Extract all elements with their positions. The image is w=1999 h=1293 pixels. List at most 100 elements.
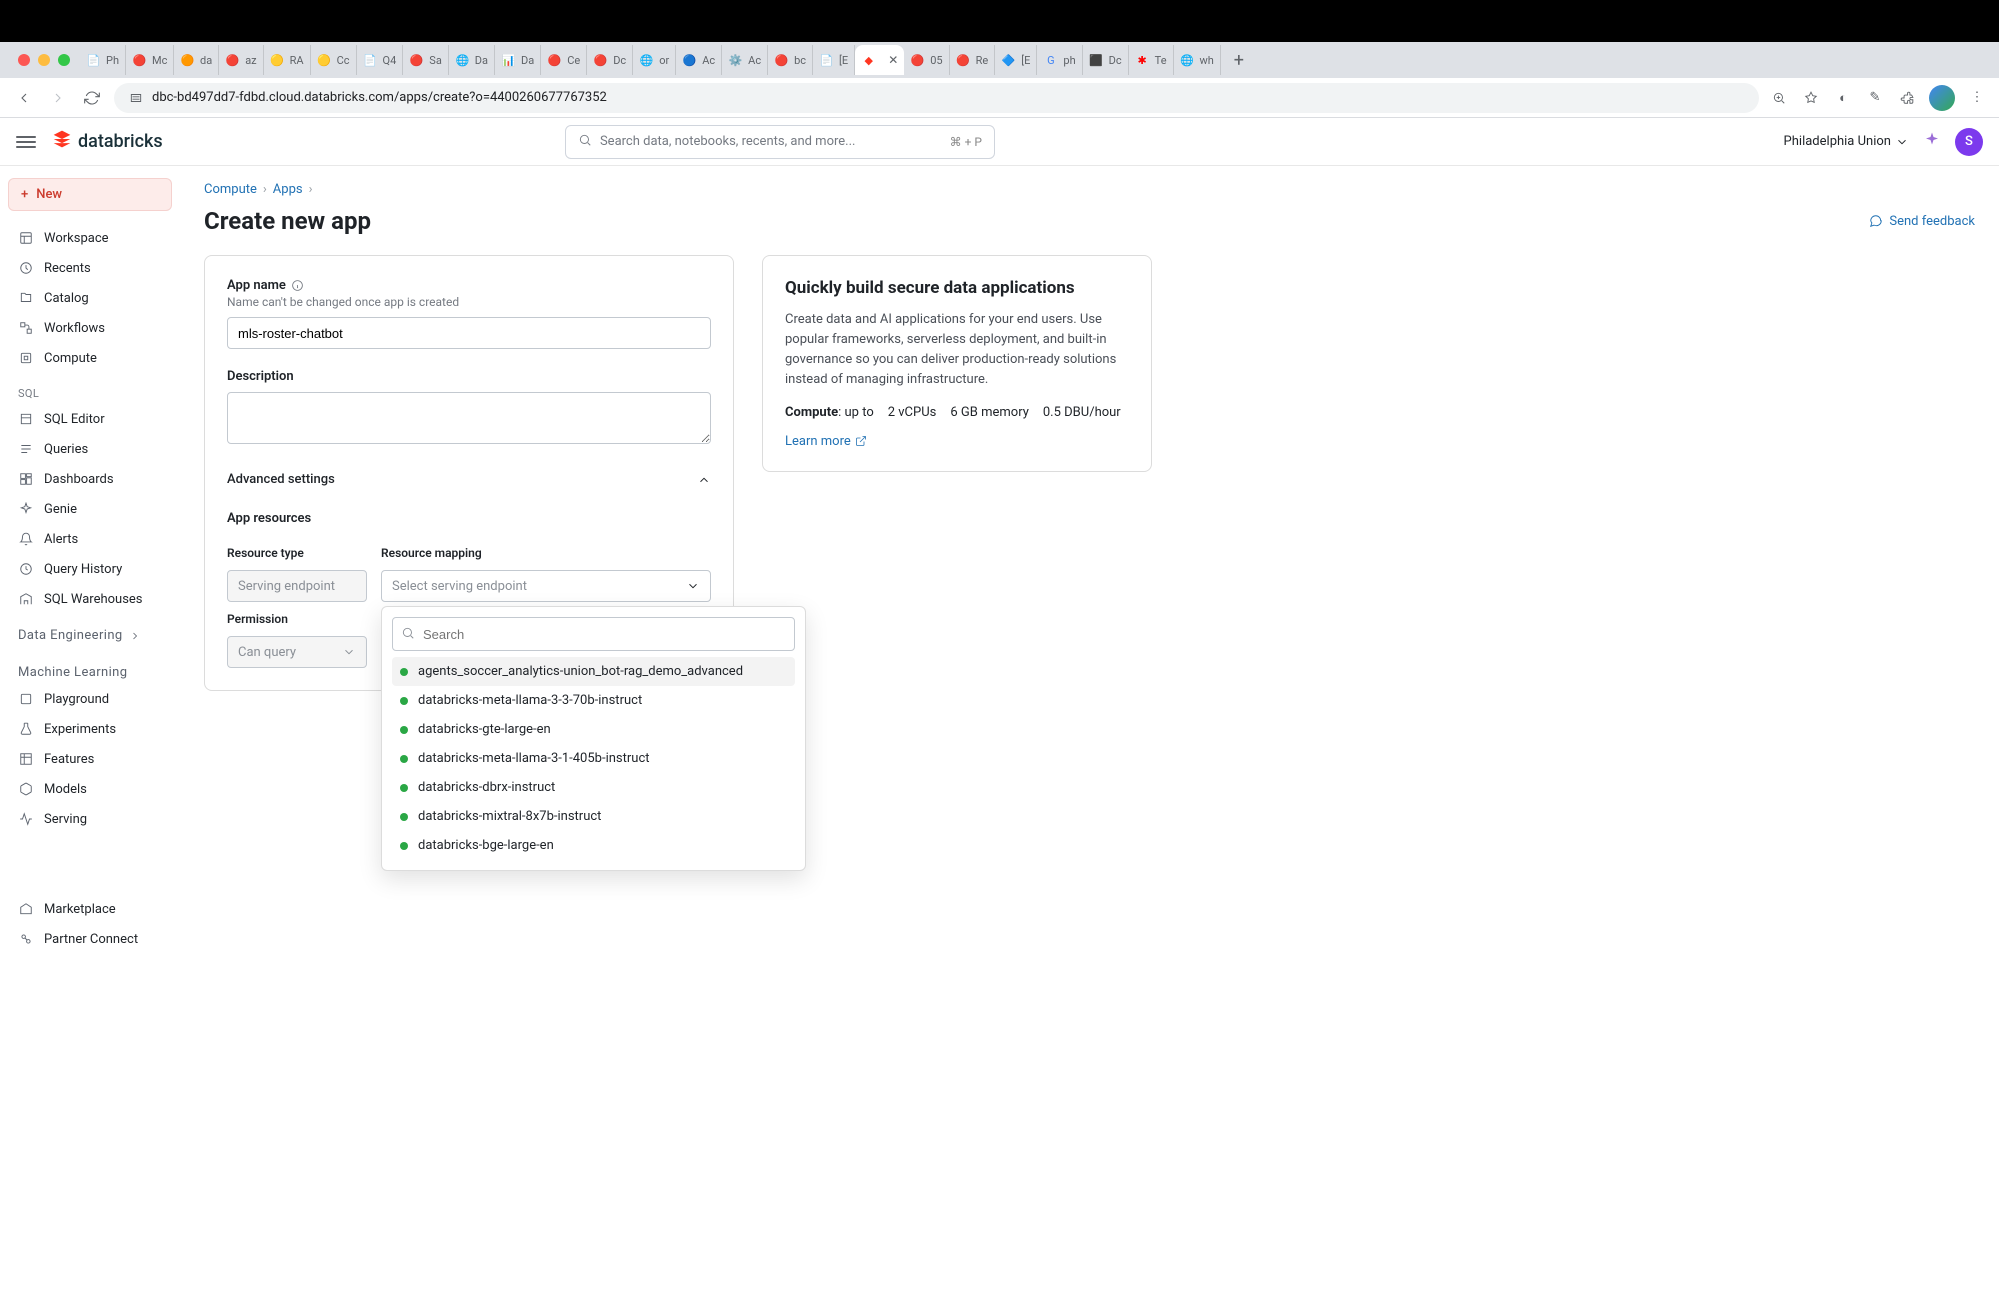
profile-avatar[interactable] bbox=[1929, 85, 1955, 111]
sidebar-item-alerts[interactable]: Alerts bbox=[8, 524, 172, 554]
send-feedback-link[interactable]: Send feedback bbox=[1869, 214, 1975, 229]
browser-tab[interactable]: ⬛Dc bbox=[1083, 45, 1129, 75]
features-icon bbox=[18, 751, 34, 767]
sidebar-item-features[interactable]: Features bbox=[8, 744, 172, 774]
browser-tab[interactable]: 🔴az bbox=[219, 45, 263, 75]
browser-tab[interactable]: 🟡RA bbox=[264, 45, 311, 75]
sidebar-item-compute[interactable]: Compute bbox=[8, 343, 172, 373]
sidebar-item-marketplace[interactable]: Marketplace bbox=[8, 894, 172, 924]
resource-mapping-select[interactable]: Select serving endpoint bbox=[381, 570, 711, 602]
dashboards-icon bbox=[18, 471, 34, 487]
assistant-icon[interactable] bbox=[1923, 131, 1941, 153]
compute-specs: Compute: up to 2 vCPUs 6 GB memory 0.5 D… bbox=[785, 405, 1129, 420]
chrome-menu-icon[interactable]: ⋮ bbox=[1967, 88, 1987, 108]
user-avatar[interactable]: S bbox=[1955, 128, 1983, 156]
dropdown-search-input[interactable] bbox=[392, 617, 795, 651]
advanced-settings-toggle[interactable]: Advanced settings bbox=[227, 468, 711, 491]
extensions-icon[interactable] bbox=[1897, 88, 1917, 108]
close-window-button[interactable] bbox=[18, 54, 30, 66]
sidebar-item-dashboards[interactable]: Dashboards bbox=[8, 464, 172, 494]
new-button[interactable]: + New bbox=[8, 178, 172, 211]
sidebar-section-data-engineering[interactable]: Data Engineering bbox=[8, 614, 172, 647]
sidebar-item-workflows[interactable]: Workflows bbox=[8, 313, 172, 343]
info-icon[interactable] bbox=[291, 279, 304, 292]
app-name-input[interactable] bbox=[227, 317, 711, 349]
resource-type-select[interactable]: Serving endpoint bbox=[227, 570, 367, 602]
dropdown-option[interactable]: databricks-meta-llama-3-3-70b-instruct bbox=[392, 686, 795, 715]
search-placeholder: Search data, notebooks, recents, and mor… bbox=[600, 134, 856, 149]
dropdown-option[interactable]: agents_soccer_analytics-union_bot-rag_de… bbox=[392, 657, 795, 686]
url-text: dbc-bd497dd7-fdbd.cloud.databricks.com/a… bbox=[152, 90, 607, 105]
forward-button[interactable] bbox=[46, 86, 70, 110]
sidebar-item-partner-connect[interactable]: Partner Connect bbox=[8, 924, 172, 954]
sidebar-section-ml[interactable]: Machine Learning bbox=[8, 647, 172, 684]
dropdown-option[interactable]: databricks-mixtral-8x7b-instruct bbox=[392, 802, 795, 831]
browser-tab[interactable]: Gph bbox=[1037, 45, 1082, 75]
new-tab-button[interactable]: + bbox=[1227, 48, 1251, 72]
browser-tab[interactable]: 📄Q4 bbox=[357, 45, 404, 75]
browser-tab[interactable]: 📄Ph bbox=[80, 45, 126, 75]
browser-tab[interactable]: 🟡Cc bbox=[311, 45, 357, 75]
sidebar-item-catalog[interactable]: Catalog bbox=[8, 283, 172, 313]
site-settings-icon[interactable] bbox=[128, 90, 144, 106]
dropdown-option[interactable]: databricks-gte-large-en bbox=[392, 715, 795, 744]
breadcrumb-item[interactable]: Apps bbox=[273, 182, 303, 197]
sidebar-item-workspace[interactable]: Workspace bbox=[8, 223, 172, 253]
dropdown-option[interactable]: databricks-dbrx-instruct bbox=[392, 773, 795, 802]
browser-tab[interactable]: 🔴Dc bbox=[587, 45, 633, 75]
close-tab-icon[interactable]: ✕ bbox=[888, 53, 898, 67]
reload-button[interactable] bbox=[80, 86, 104, 110]
browser-tab-active[interactable]: ◆✕ bbox=[855, 45, 904, 75]
dropdown-option[interactable]: databricks-meta-llama-3-1-405b-instruct bbox=[392, 744, 795, 773]
bookmark-icon[interactable] bbox=[1801, 88, 1821, 108]
zoom-icon[interactable] bbox=[1769, 88, 1789, 108]
sidebar-item-sql-editor[interactable]: SQL Editor bbox=[8, 404, 172, 434]
browser-tab[interactable]: 🌐or bbox=[633, 45, 676, 75]
browser-tab[interactable]: ⚙️Ac bbox=[722, 45, 768, 75]
browser-tab[interactable]: 🔵Ac bbox=[676, 45, 722, 75]
sidebar-item-genie[interactable]: Genie bbox=[8, 494, 172, 524]
sidebar-item-experiments[interactable]: Experiments bbox=[8, 714, 172, 744]
app-header: databricks Search data, notebooks, recen… bbox=[0, 118, 1999, 166]
chat-icon bbox=[1869, 214, 1883, 228]
browser-tab[interactable]: ✱Te bbox=[1129, 45, 1174, 75]
permission-select[interactable]: Can query bbox=[227, 636, 367, 668]
browser-tab[interactable]: 🔴Re bbox=[950, 45, 996, 75]
sidebar-item-serving[interactable]: Serving bbox=[8, 804, 172, 834]
description-input[interactable] bbox=[227, 392, 711, 444]
browser-tab[interactable]: 📊Da bbox=[495, 45, 541, 75]
search-icon bbox=[401, 626, 415, 644]
browser-tab[interactable]: 🔴bc bbox=[768, 45, 813, 75]
workspace-selector[interactable]: Philadelphia Union bbox=[1784, 134, 1909, 149]
browser-tab[interactable]: 🔴Ce bbox=[541, 45, 587, 75]
browser-tab[interactable]: 🟠da bbox=[174, 45, 219, 75]
workflows-icon bbox=[18, 320, 34, 336]
sidebar-item-queries[interactable]: Queries bbox=[8, 434, 172, 464]
browser-tab[interactable]: 🌐Da bbox=[449, 45, 495, 75]
marketplace-icon bbox=[18, 901, 34, 917]
browser-tab[interactable]: 🔴Sa bbox=[403, 45, 449, 75]
browser-tab[interactable]: 🔷[E bbox=[995, 45, 1037, 75]
sidebar-item-recents[interactable]: Recents bbox=[8, 253, 172, 283]
global-search-input[interactable]: Search data, notebooks, recents, and mor… bbox=[565, 125, 995, 159]
address-bar[interactable]: dbc-bd497dd7-fdbd.cloud.databricks.com/a… bbox=[114, 83, 1759, 113]
breadcrumb-item[interactable]: Compute bbox=[204, 182, 257, 197]
browser-tab[interactable]: 📄[E bbox=[813, 45, 855, 75]
learn-more-link[interactable]: Learn more bbox=[785, 434, 867, 449]
extension-icon[interactable]: ✎ bbox=[1865, 88, 1885, 108]
minimize-window-button[interactable] bbox=[38, 54, 50, 66]
databricks-logo[interactable]: databricks bbox=[52, 129, 163, 154]
chevron-right-icon: › bbox=[263, 182, 267, 197]
hamburger-menu-icon[interactable] bbox=[16, 132, 36, 152]
maximize-window-button[interactable] bbox=[58, 54, 70, 66]
dropdown-option[interactable]: databricks-bge-large-en bbox=[392, 831, 795, 860]
back-button[interactable] bbox=[12, 86, 36, 110]
sidebar-item-sql-warehouses[interactable]: SQL Warehouses bbox=[8, 584, 172, 614]
browser-tab[interactable]: 🔴Mc bbox=[126, 45, 174, 75]
sidebar-item-models[interactable]: Models bbox=[8, 774, 172, 804]
browser-tab[interactable]: 🔴05 bbox=[904, 45, 949, 75]
sidebar-item-playground[interactable]: Playground bbox=[8, 684, 172, 714]
sidebar-item-query-history[interactable]: Query History bbox=[8, 554, 172, 584]
browser-tab[interactable]: 🌐wh bbox=[1174, 45, 1221, 75]
extension-icon[interactable]: ◐ bbox=[1833, 88, 1853, 108]
